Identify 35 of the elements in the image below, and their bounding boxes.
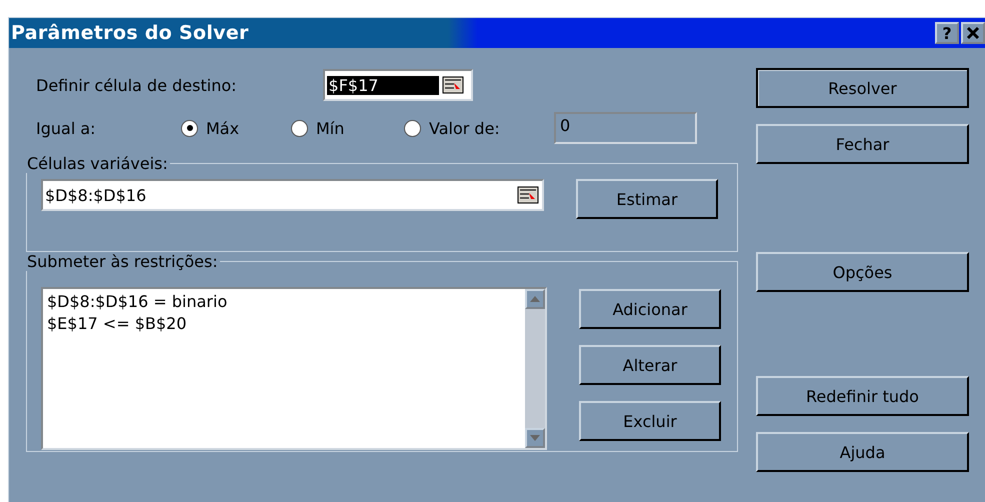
radio-option[interactable]: Máx xyxy=(181,118,291,138)
close-button[interactable] xyxy=(961,22,985,44)
scroll-down-button[interactable] xyxy=(525,428,545,448)
window-title: Parâmetros do Solver xyxy=(11,22,249,44)
group-title: Submeter às restrições: xyxy=(26,252,219,271)
target-label: Definir célula de destino: xyxy=(36,76,237,94)
down-arrow-icon xyxy=(530,435,540,441)
radio-circle[interactable] xyxy=(404,120,421,136)
dialog-button[interactable]: Redefinir tudo xyxy=(756,376,969,416)
scroll-up-button[interactable] xyxy=(525,289,545,309)
target-cell-field[interactable]: $F$17 xyxy=(322,69,473,101)
estimate-button[interactable]: Estimar xyxy=(576,179,718,219)
radio-option[interactable]: Valor de: xyxy=(404,118,554,138)
dialog-button[interactable]: Ajuda xyxy=(756,432,969,472)
constraints-list[interactable]: $D$8:$D$16 = binario $E$17 <= $B$20 xyxy=(41,287,547,450)
equal-to-label: Igual a: xyxy=(36,118,97,138)
constraint-button[interactable]: Alterar xyxy=(579,345,721,385)
radio-circle[interactable] xyxy=(181,120,198,136)
constraint-button[interactable]: Adicionar xyxy=(579,289,721,329)
dialog-button[interactable]: Resolver xyxy=(756,68,969,108)
dialog-button[interactable]: Fechar xyxy=(756,124,969,164)
radio-option[interactable]: Mín xyxy=(291,118,404,138)
dialog-button[interactable]: Opções xyxy=(756,252,969,292)
radio-circle[interactable] xyxy=(291,120,308,136)
up-arrow-icon xyxy=(530,296,540,302)
constraint-item[interactable]: $E$17 <= $B$20 xyxy=(47,313,521,335)
group-title: Células variáveis: xyxy=(26,154,169,173)
variable-cells-field[interactable]: $D$8:$D$16 xyxy=(41,179,544,211)
constraint-item[interactable]: $D$8:$D$16 = binario xyxy=(47,291,521,313)
constraint-button[interactable]: Excluir xyxy=(579,401,721,441)
close-icon xyxy=(966,26,980,40)
scrollbar[interactable] xyxy=(525,289,545,448)
target-cell-value: $F$17 xyxy=(326,76,439,94)
variable-cells-value: $D$8:$D$16 xyxy=(44,186,148,204)
help-button[interactable]: ? xyxy=(935,22,959,44)
